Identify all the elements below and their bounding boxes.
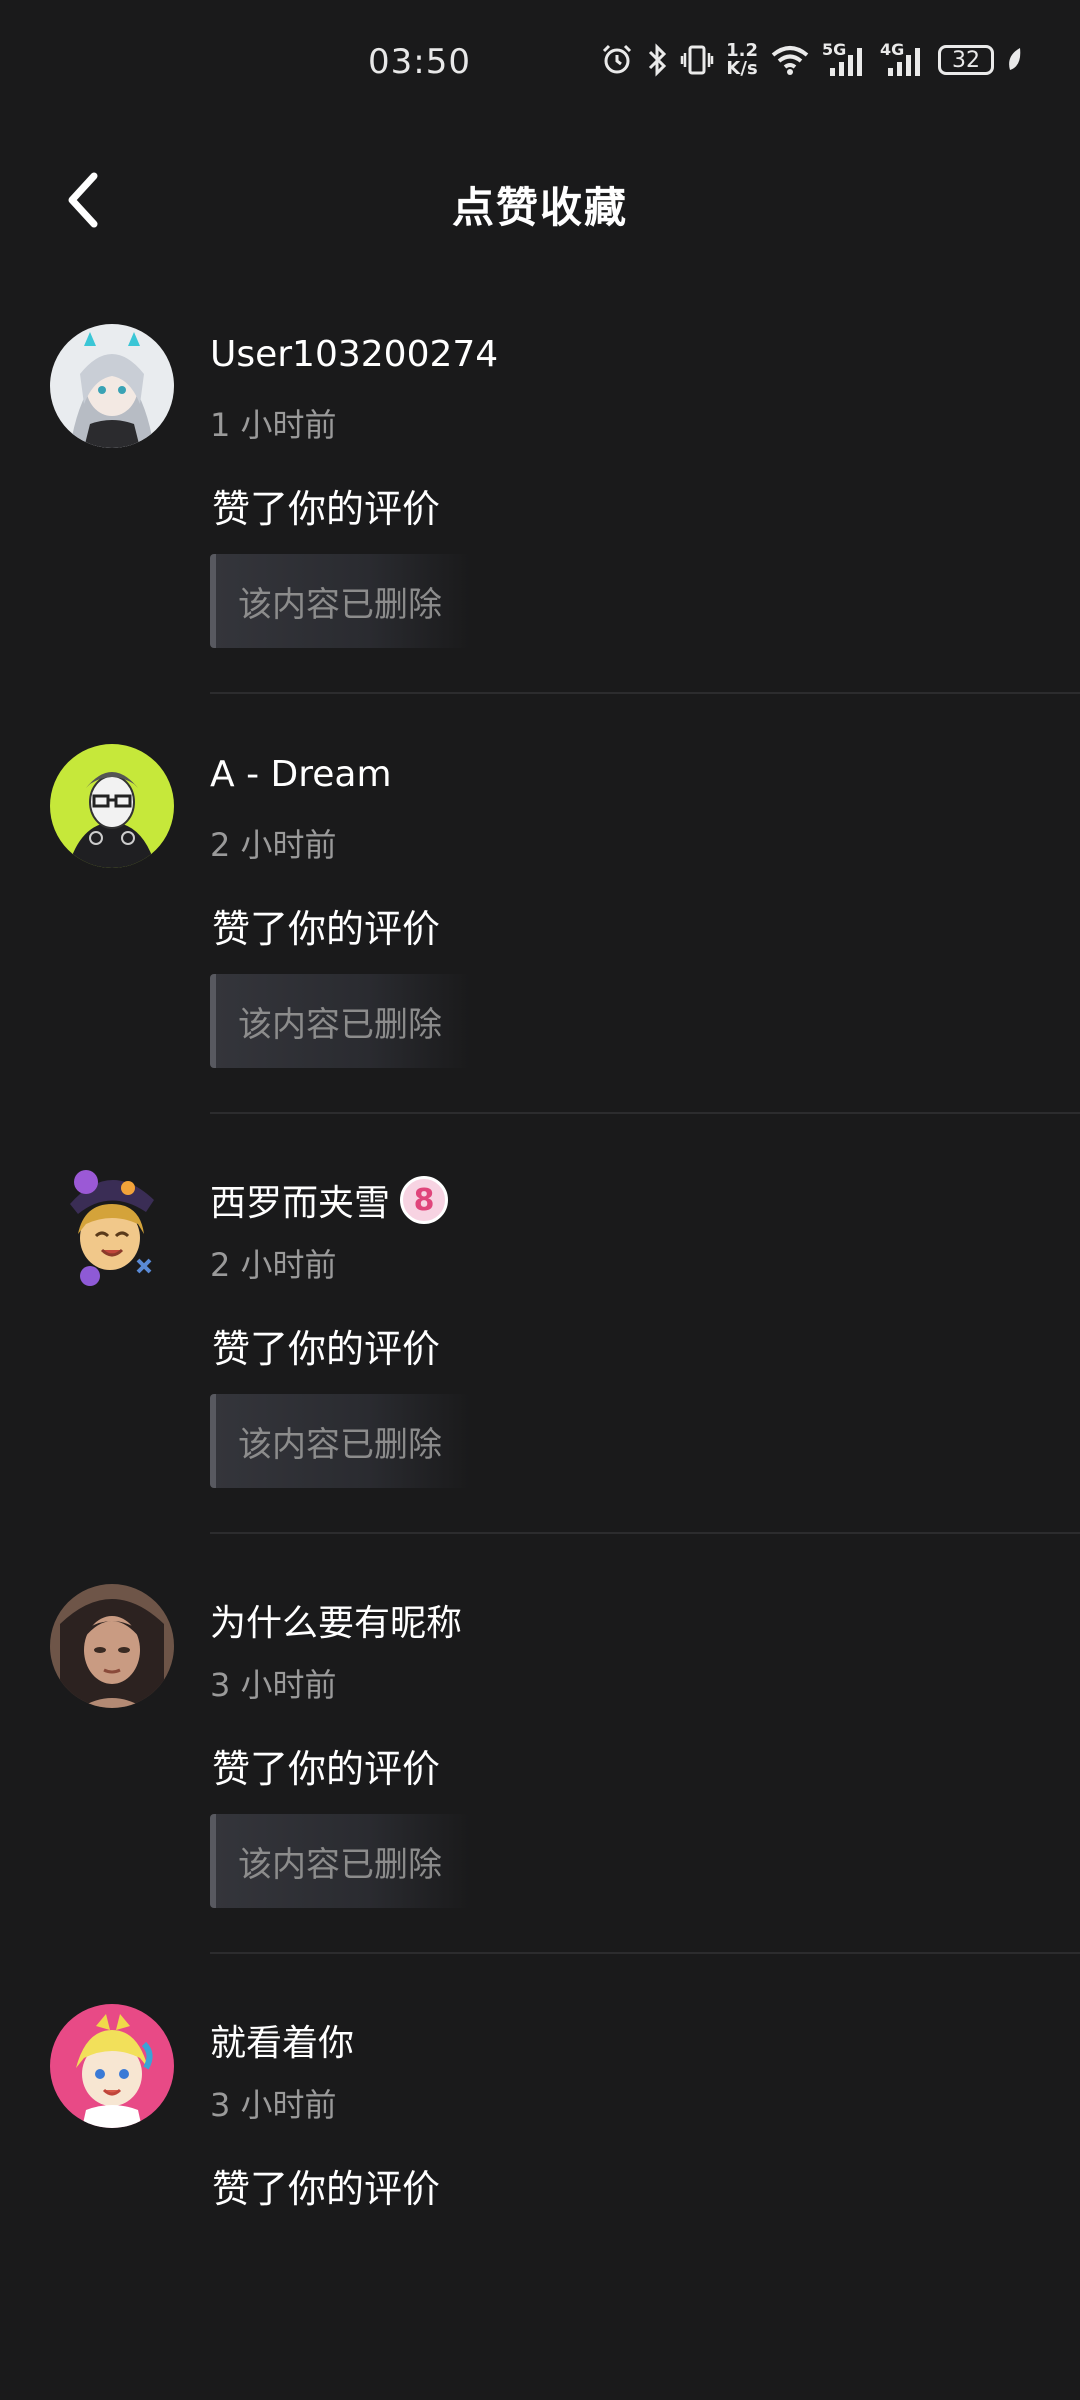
referenced-content[interactable]: 该内容已删除 [210, 1394, 470, 1488]
page-header: 点赞收藏 [0, 150, 1080, 250]
username-text: 就看着你 [210, 2023, 355, 2064]
deleted-content-text: 该内容已删除 [238, 584, 442, 625]
referenced-content[interactable]: 该内容已删除 [210, 974, 470, 1068]
username[interactable]: User103200274 [210, 334, 498, 375]
vibrate-icon [680, 40, 714, 80]
action-text: 赞了你的评价 [212, 487, 441, 531]
list-item[interactable]: 为什么要有昵称 3 小时前 赞了你的评价 该内容已删除 [0, 1560, 1080, 1980]
list-item[interactable]: A - Dream 2 小时前 赞了你的评价 该内容已删除 [0, 720, 1080, 1140]
username[interactable]: 为什么要有昵称 [210, 1594, 462, 1646]
signal-5g: 5G [822, 40, 868, 78]
list-item[interactable]: 就看着你 3 小时前 赞了你的评价 [0, 1980, 1080, 2400]
timestamp: 3 小时前 [210, 2086, 337, 2124]
action-text: 赞了你的评价 [212, 1747, 441, 1791]
action-text: 赞了你的评价 [212, 2167, 441, 2211]
bluetooth-icon [646, 40, 668, 80]
list-item[interactable]: 西罗而夹雪 8 2 小时前 赞了你的评价 该内容已删除 [0, 1140, 1080, 1560]
level-badge: 8 [400, 1176, 449, 1224]
referenced-content[interactable]: 该内容已删除 [210, 554, 470, 648]
divider [210, 1532, 1080, 1534]
battery-icon: 32 [938, 45, 994, 75]
timestamp: 1 小时前 [210, 406, 337, 444]
action-text: 赞了你的评价 [212, 1327, 441, 1371]
username-text: A - Dream [210, 754, 392, 795]
username[interactable]: 就看着你 [210, 2014, 354, 2066]
network-speed: 1.2 K/s [726, 42, 758, 78]
deleted-content-text: 该内容已删除 [238, 1004, 442, 1045]
alarm-icon [600, 40, 634, 80]
leaf-icon [1006, 40, 1024, 80]
username[interactable]: 西罗而夹雪 8 [210, 1174, 449, 1226]
avatar[interactable] [50, 744, 174, 868]
avatar[interactable] [50, 2004, 174, 2128]
status-bar: 03:50 1.2 K/s 5G 4G 32 [0, 0, 1080, 128]
signal-4g: 4G [880, 40, 926, 78]
list-item[interactable]: User103200274 1 小时前 赞了你的评价 该内容已删除 [0, 300, 1080, 720]
status-time: 03:50 [368, 42, 471, 82]
timestamp: 2 小时前 [210, 1246, 337, 1284]
divider [210, 1112, 1080, 1114]
action-text: 赞了你的评价 [212, 907, 441, 951]
avatar[interactable] [50, 1164, 174, 1288]
username-text: 西罗而夹雪 [210, 1183, 391, 1224]
network-speed-unit: K/s [726, 58, 758, 79]
deleted-content-text: 该内容已删除 [238, 1844, 442, 1885]
notification-list: User103200274 1 小时前 赞了你的评价 该内容已删除 A - Dr [0, 300, 1080, 2400]
username-text: 为什么要有昵称 [210, 1603, 463, 1644]
divider [210, 1952, 1080, 1954]
referenced-content[interactable]: 该内容已删除 [210, 1814, 470, 1908]
timestamp: 3 小时前 [210, 1666, 337, 1704]
avatar[interactable] [50, 1584, 174, 1708]
signal-4g-label: 4G [880, 40, 905, 59]
divider [210, 692, 1080, 694]
timestamp: 2 小时前 [210, 826, 337, 864]
avatar[interactable] [50, 324, 174, 448]
signal-5g-label: 5G [822, 40, 847, 59]
wifi-icon [770, 40, 810, 80]
battery-level: 32 [952, 47, 980, 73]
page-title: 点赞收藏 [451, 183, 628, 232]
username-text: User103200274 [210, 334, 499, 375]
deleted-content-text: 该内容已删除 [238, 1424, 442, 1465]
status-icons: 1.2 K/s 5G 4G 32 [600, 40, 1024, 80]
username[interactable]: A - Dream [210, 754, 392, 795]
